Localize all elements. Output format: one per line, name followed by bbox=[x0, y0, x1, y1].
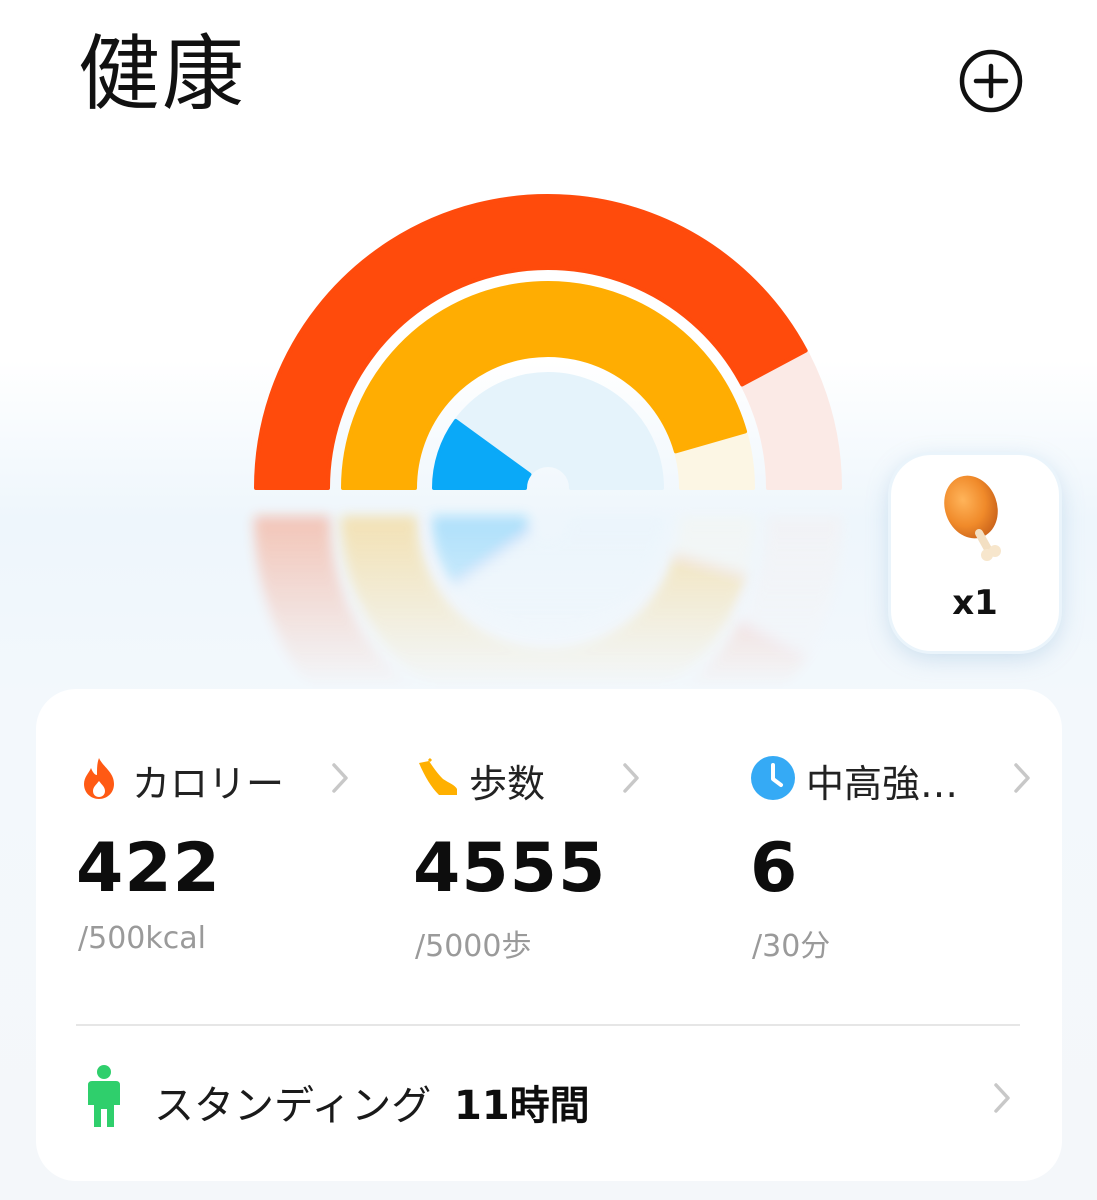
page-title: 健康 bbox=[78, 27, 247, 122]
metric-value: 6 bbox=[750, 829, 799, 908]
add-button[interactable] bbox=[958, 48, 1024, 114]
metric-label: 中高強… bbox=[806, 762, 959, 806]
calorie-ring bbox=[254, 516, 842, 690]
plus-circle-icon bbox=[959, 49, 1023, 113]
metric-steps[interactable]: 歩数 4555 /5000歩 bbox=[413, 747, 733, 987]
steps-ring-progress bbox=[341, 281, 748, 490]
intensity-ring-track bbox=[432, 372, 664, 490]
chevron-right-icon bbox=[332, 763, 348, 793]
chevron-right-icon bbox=[1014, 763, 1030, 793]
steps-ring-track bbox=[341, 281, 755, 490]
person-standing-icon bbox=[88, 1065, 120, 1127]
calorie-ring-progress bbox=[254, 516, 808, 690]
calorie-ring bbox=[254, 194, 842, 490]
metric-label: カロリー bbox=[132, 762, 285, 806]
calorie-ring-progress bbox=[254, 194, 808, 490]
stats-card: カロリー 422 /500kcal 歩数 4555 /5000歩 中高強… 6 … bbox=[36, 689, 1062, 1181]
calorie-ring-track bbox=[254, 194, 842, 490]
metric-goal: /30分 bbox=[752, 929, 831, 964]
flame-icon bbox=[84, 758, 114, 799]
intensity-ring-track bbox=[432, 516, 664, 634]
chevron-right-icon bbox=[623, 763, 639, 793]
metric-calorie[interactable]: カロリー 422 /500kcal bbox=[76, 747, 396, 987]
metric-value: 4555 bbox=[413, 829, 607, 908]
reward-card[interactable]: x1 bbox=[891, 455, 1059, 651]
chevron-right-icon bbox=[994, 1083, 1010, 1113]
metric-intensity[interactable]: 中高強… 6 /30分 bbox=[750, 747, 1070, 987]
intensity-ring-progress bbox=[432, 418, 532, 490]
divider bbox=[76, 1024, 1020, 1026]
calorie-ring-track bbox=[254, 516, 842, 690]
drumstick-icon bbox=[944, 475, 1001, 561]
metric-label: 歩数 bbox=[469, 762, 546, 806]
standing-row[interactable]: スタンディング 11時間 bbox=[76, 1059, 1020, 1139]
steps-ring bbox=[341, 516, 755, 690]
intensity-ring-progress bbox=[432, 516, 532, 588]
standing-label: スタンディング bbox=[154, 1083, 432, 1129]
clock-icon bbox=[751, 756, 795, 800]
metric-goal: /500kcal bbox=[78, 921, 206, 956]
metric-value: 422 bbox=[76, 829, 221, 908]
steps-ring bbox=[341, 281, 755, 490]
steps-ring-progress bbox=[341, 516, 748, 690]
intensity-ring bbox=[432, 516, 664, 634]
shoe-icon bbox=[419, 757, 457, 795]
reward-count: x1 bbox=[952, 583, 998, 623]
steps-ring-track bbox=[341, 516, 755, 690]
intensity-ring bbox=[432, 372, 664, 490]
standing-value: 11時間 bbox=[454, 1083, 590, 1129]
metric-goal: /5000歩 bbox=[415, 929, 532, 964]
